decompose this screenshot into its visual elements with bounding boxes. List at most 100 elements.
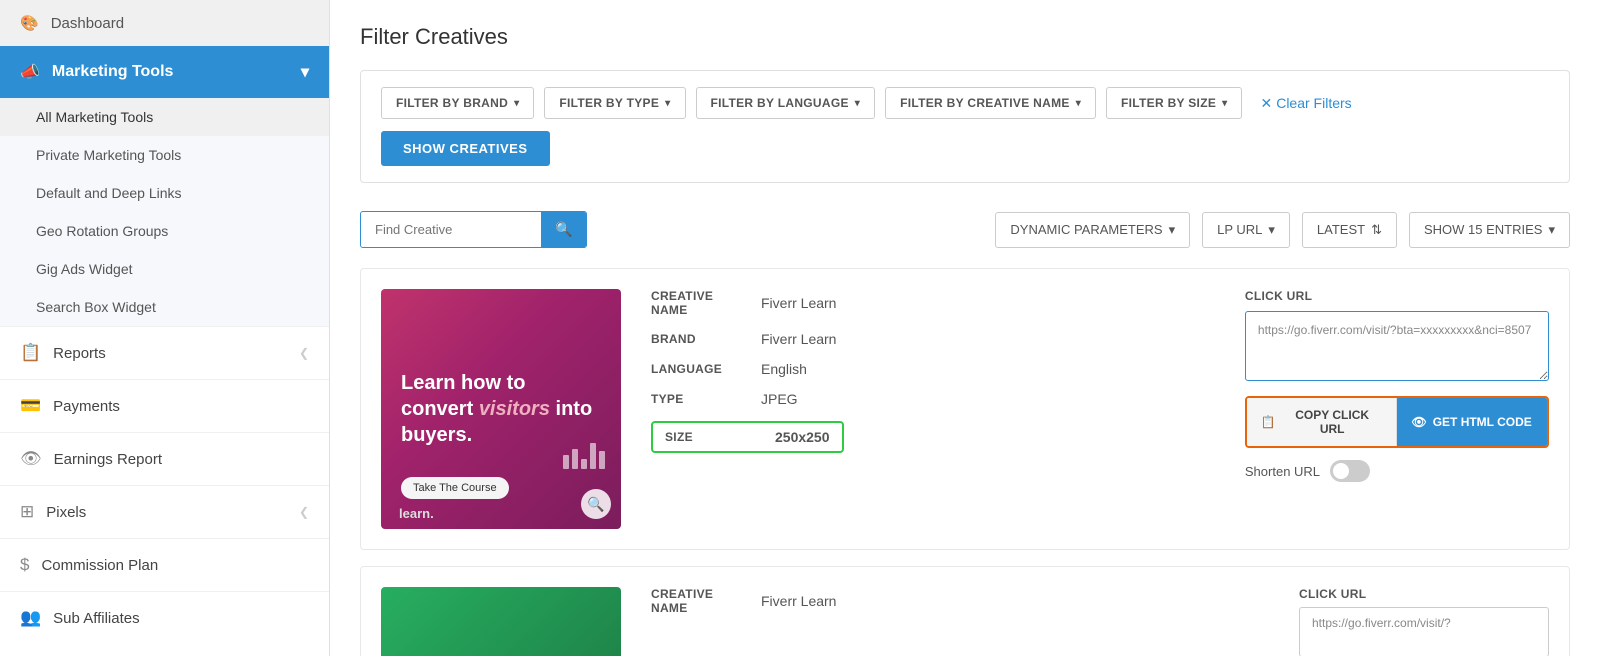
type-label: TYPE [651,392,751,406]
lp-url-button[interactable]: LP URL ▾ [1202,212,1290,248]
commission-icon: $ [20,555,29,575]
search-icon: 🔍 [555,221,572,237]
filter-by-language-button[interactable]: FILTER BY LANGUAGE ▾ [696,87,876,119]
find-creative-wrap: 🔍 [360,211,587,248]
clear-filters-button[interactable]: ✕ Clear Filters [1260,95,1351,112]
chevron-lp-icon: ▾ [1268,222,1275,238]
sort-icon: ⇅ [1371,222,1382,238]
sidebar-marketing-label: Marketing Tools [52,63,174,81]
toggle-slider [1330,460,1370,482]
x-icon: ✕ [1260,95,1272,112]
type-row: TYPE JPEG [651,391,1215,407]
sidebar-item-pixels[interactable]: ⊞ Pixels ❮ [0,485,329,538]
shorten-url-label: Shorten URL [1245,464,1320,479]
sidebar-item-commission[interactable]: $ Commission Plan [0,538,329,591]
payments-icon: 💳 [20,396,41,416]
chevron-language-icon: ▾ [855,98,860,109]
filter-by-brand-button[interactable]: FILTER BY BRAND ▾ [381,87,534,119]
table-controls: 🔍 DYNAMIC PARAMETERS ▾ LP URL ▾ LATEST ⇅… [360,203,1570,248]
sub-affiliates-icon: 👥 [20,608,41,628]
chevron-dynamic-icon: ▾ [1169,222,1176,238]
partial-creative-name-label: CREATIVE NAME [651,587,751,615]
zoom-icon[interactable]: 🔍 [581,489,611,519]
latest-button[interactable]: LATEST ⇅ [1302,212,1397,248]
earnings-icon: 👁 [20,449,42,469]
creative-graph [563,443,605,469]
partial-creative-name-value: Fiverr Learn [761,593,836,609]
creative-logo: learn. [399,506,434,521]
filter-row: FILTER BY BRAND ▾ FILTER BY TYPE ▾ FILTE… [381,87,1549,119]
sidebar-item-default-deep-links[interactable]: Default and Deep Links [0,174,329,212]
size-value: 250x250 [775,429,830,445]
filter-by-type-button[interactable]: FILTER BY TYPE ▾ [544,87,685,119]
sidebar-marketing-header[interactable]: 📣 Marketing Tools ▾ [0,46,329,98]
sidebar-dashboard-label: Dashboard [51,15,124,32]
chevron-size-icon: ▾ [1222,98,1227,109]
filter-by-size-button[interactable]: FILTER BY SIZE ▾ [1106,87,1242,119]
sidebar: 🎨 Dashboard 📣 Marketing Tools ▾ All Mark… [0,0,330,656]
dashboard-icon: 🎨 [20,14,39,32]
creative-cta: Take The Course [401,477,509,499]
megaphone-icon: 📣 [20,62,40,82]
chevron-right-pixels-icon: ❮ [299,505,309,519]
partial-details-2: CREATIVE NAME Fiverr Learn [651,587,1269,615]
creative-name-label: CREATIVE NAME [651,289,751,317]
shorten-url-toggle[interactable] [1330,460,1370,482]
page-title: Filter Creatives [360,24,1570,50]
click-url-label: CLICK URL [1245,289,1549,303]
creative-name-value: Fiverr Learn [761,295,836,311]
reports-icon: 📋 [20,343,41,363]
partial-click-url: CLICK URL [1299,587,1549,656]
size-label: SIZE [665,430,765,444]
find-creative-search-button[interactable]: 🔍 [541,212,586,247]
sidebar-item-payments[interactable]: 💳 Payments [0,379,329,432]
actions-row: 📋 COPY CLICK URL 👁 GET HTML CODE [1245,396,1549,448]
click-url-textarea[interactable] [1245,311,1549,381]
creative-name-row: CREATIVE NAME Fiverr Learn [651,289,1215,317]
sidebar-item-dashboard[interactable]: 🎨 Dashboard [0,0,329,46]
language-value: English [761,361,807,377]
chevron-brand-icon: ▾ [514,98,519,109]
sidebar-item-earnings[interactable]: 👁 Earnings Report [0,432,329,485]
sidebar-sub-items: All Marketing Tools Private Marketing To… [0,98,329,326]
chevron-entries-icon: ▾ [1548,222,1555,238]
creative-actions-1: CLICK URL 📋 COPY CLICK URL 👁 GET HTML CO… [1245,289,1549,482]
sidebar-item-sub-affiliates[interactable]: 👥 Sub Affiliates [0,591,329,644]
brand-label: BRAND [651,332,751,346]
find-creative-input[interactable] [361,213,541,246]
chevron-down-icon: ▾ [301,62,309,82]
sidebar-item-private-marketing[interactable]: Private Marketing Tools [0,136,329,174]
sidebar-item-reports[interactable]: 📋 Reports ❮ [0,326,329,379]
creative-details-1: CREATIVE NAME Fiverr Learn BRAND Fiverr … [651,289,1215,467]
sidebar-section-marketing: 📣 Marketing Tools ▾ [0,46,329,98]
filter-by-creative-name-button[interactable]: FILTER BY CREATIVE NAME ▾ [885,87,1096,119]
chevron-creative-icon: ▾ [1076,98,1081,109]
language-row: LANGUAGE English [651,361,1215,377]
chevron-right-icon: ❮ [299,346,309,360]
chevron-type-icon: ▾ [665,98,670,109]
size-highlighted-row: SIZE 250x250 [651,421,844,453]
copy-icon: 📋 [1261,415,1276,429]
sidebar-item-all-marketing[interactable]: All Marketing Tools [0,98,329,136]
main-content: Filter Creatives FILTER BY BRAND ▾ FILTE… [330,0,1600,656]
creative-image-1: Learn how to convert visitors into buyer… [381,289,621,529]
sidebar-item-search-box[interactable]: Search Box Widget [0,288,329,326]
copy-click-url-button[interactable]: 📋 COPY CLICK URL [1247,398,1398,446]
get-html-code-button[interactable]: 👁 GET HTML CODE [1397,398,1547,446]
type-value: JPEG [761,391,798,407]
shorten-url-row: Shorten URL [1245,460,1549,482]
creative-card-2: CREATIVE NAME Fiverr Learn CLICK URL [360,566,1570,656]
filter-bar: FILTER BY BRAND ▾ FILTER BY TYPE ▾ FILTE… [360,70,1570,183]
dynamic-parameters-button[interactable]: DYNAMIC PARAMETERS ▾ [995,212,1190,248]
brand-value: Fiverr Learn [761,331,836,347]
partial-click-url-textarea[interactable] [1299,607,1549,656]
sidebar-item-geo-rotation[interactable]: Geo Rotation Groups [0,212,329,250]
creative-image-2 [381,587,621,656]
language-label: LANGUAGE [651,362,751,376]
sidebar-item-gig-ads[interactable]: Gig Ads Widget [0,250,329,288]
show-creatives-button[interactable]: SHOW CREATIVES [381,131,550,166]
show-creatives-row: SHOW CREATIVES [381,131,1549,166]
show-entries-button[interactable]: SHOW 15 ENTRIES ▾ [1409,212,1570,248]
eye-icon: 👁 [1411,415,1426,429]
size-row: SIZE 250x250 [651,421,1215,453]
